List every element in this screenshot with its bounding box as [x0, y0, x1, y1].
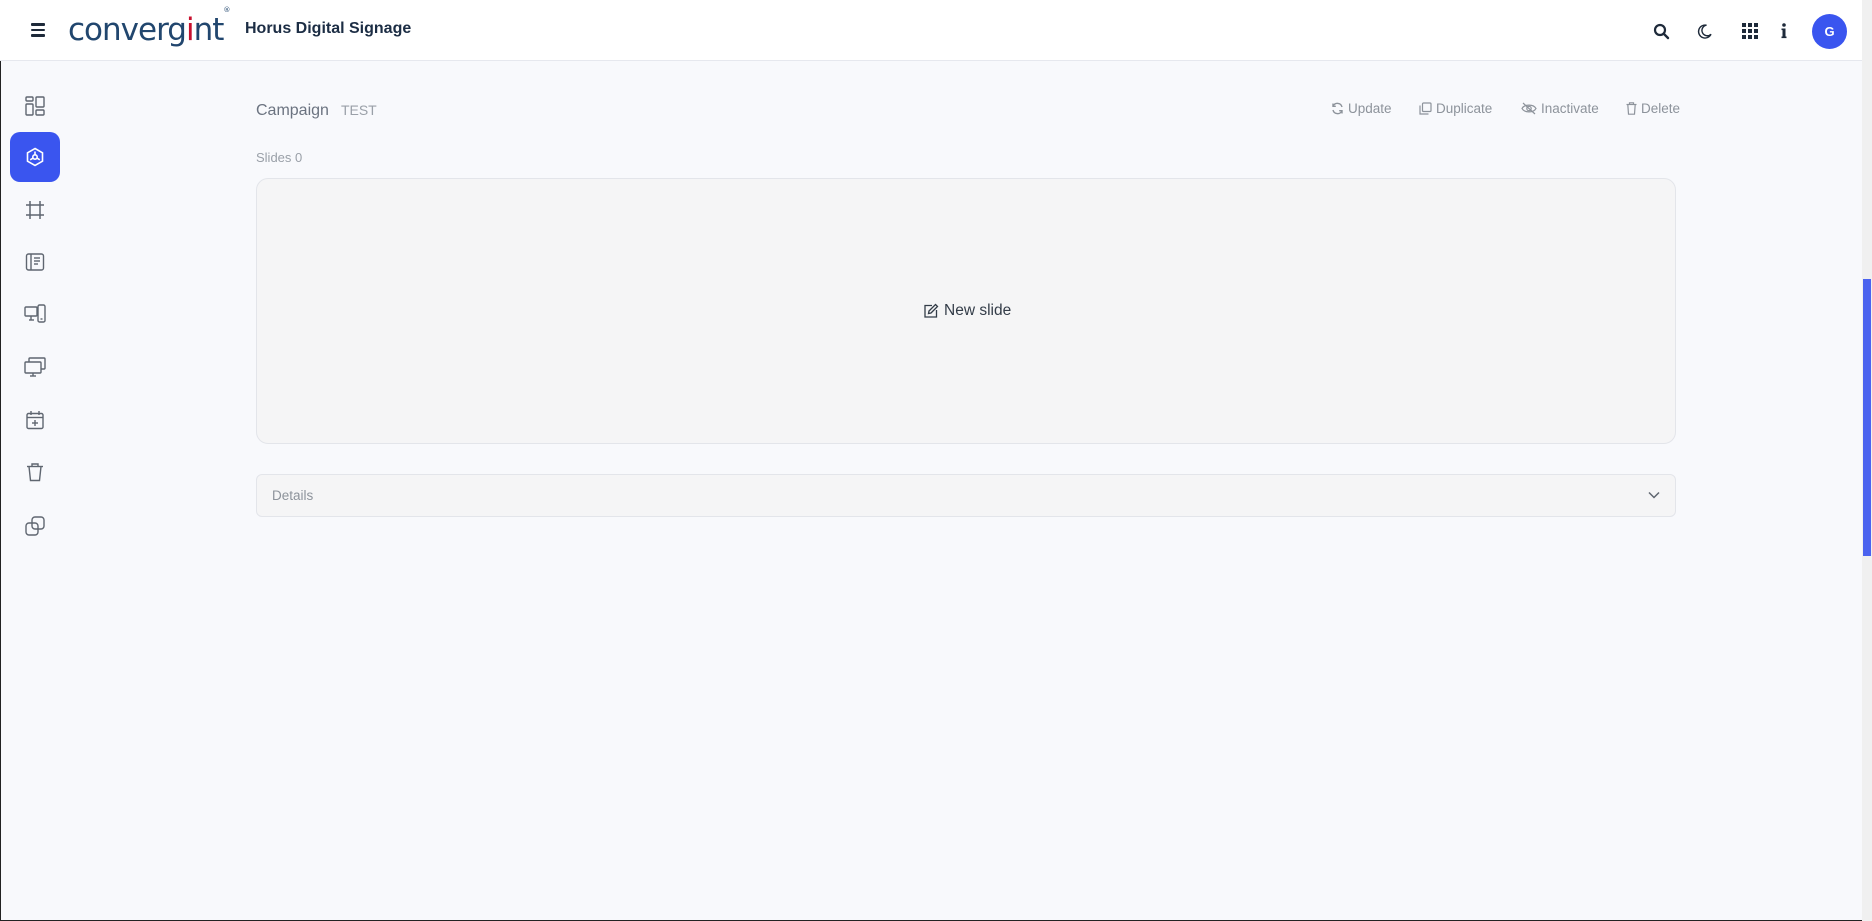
copy-icon [1419, 102, 1432, 115]
apps-grid-icon[interactable] [1738, 19, 1762, 43]
top-bar: convergint® Horus Digital Signage G [0, 0, 1862, 61]
sidebar-item-dashboard[interactable] [10, 81, 60, 131]
user-avatar[interactable]: G [1812, 14, 1847, 49]
page-label: Campaign [256, 102, 329, 119]
edit-icon [923, 303, 939, 319]
details-label: Details [272, 488, 314, 503]
page-header: Campaign TEST [256, 102, 377, 120]
new-slide-button[interactable]: New slide [923, 302, 1011, 320]
sidebar-item-campaigns[interactable] [10, 132, 60, 182]
calendar-add-icon [25, 410, 45, 430]
screens-icon [24, 357, 46, 377]
moon-icon[interactable] [1692, 19, 1716, 43]
sidebar-item-screens[interactable] [10, 342, 60, 392]
frame-icon [25, 200, 45, 220]
page-scrollbar[interactable] [1862, 0, 1872, 921]
sidebar-item-schedule[interactable] [10, 395, 60, 445]
inactivate-button[interactable]: Inactivate [1521, 101, 1599, 116]
content-icon [25, 252, 45, 272]
sidebar-item-trash[interactable] [10, 447, 60, 497]
chevron-down-icon [1647, 488, 1663, 504]
sidebar-item-frames[interactable] [10, 185, 60, 235]
dashboard-icon [25, 96, 45, 116]
campaign-icon [25, 147, 45, 167]
info-icon[interactable] [1772, 19, 1796, 43]
sidebar-item-content[interactable] [10, 237, 60, 287]
update-button[interactable]: Update [1331, 101, 1392, 116]
hamburger-icon[interactable] [28, 19, 48, 41]
sidebar-item-integrations[interactable] [10, 501, 60, 551]
trash-icon [25, 462, 45, 482]
search-icon[interactable] [1649, 19, 1673, 43]
slides-count: Slides 0 [256, 150, 303, 165]
trash-icon [1626, 102, 1637, 115]
campaign-name: TEST [340, 102, 377, 118]
app-title: Horus Digital Signage [245, 20, 412, 37]
duplicate-button[interactable]: Duplicate [1419, 101, 1492, 116]
scrollbar-thumb[interactable] [1863, 279, 1871, 556]
app-frame [0, 0, 1872, 921]
refresh-icon [1331, 102, 1344, 115]
devices-icon [24, 304, 46, 324]
details-accordion[interactable]: Details [256, 474, 1676, 517]
delete-button[interactable]: Delete [1626, 101, 1680, 116]
sidebar [0, 61, 72, 921]
eye-slash-icon [1521, 102, 1537, 115]
sidebar-item-devices[interactable] [10, 289, 60, 339]
convergint-logo[interactable]: convergint® [68, 6, 230, 52]
link-icon [24, 515, 46, 537]
